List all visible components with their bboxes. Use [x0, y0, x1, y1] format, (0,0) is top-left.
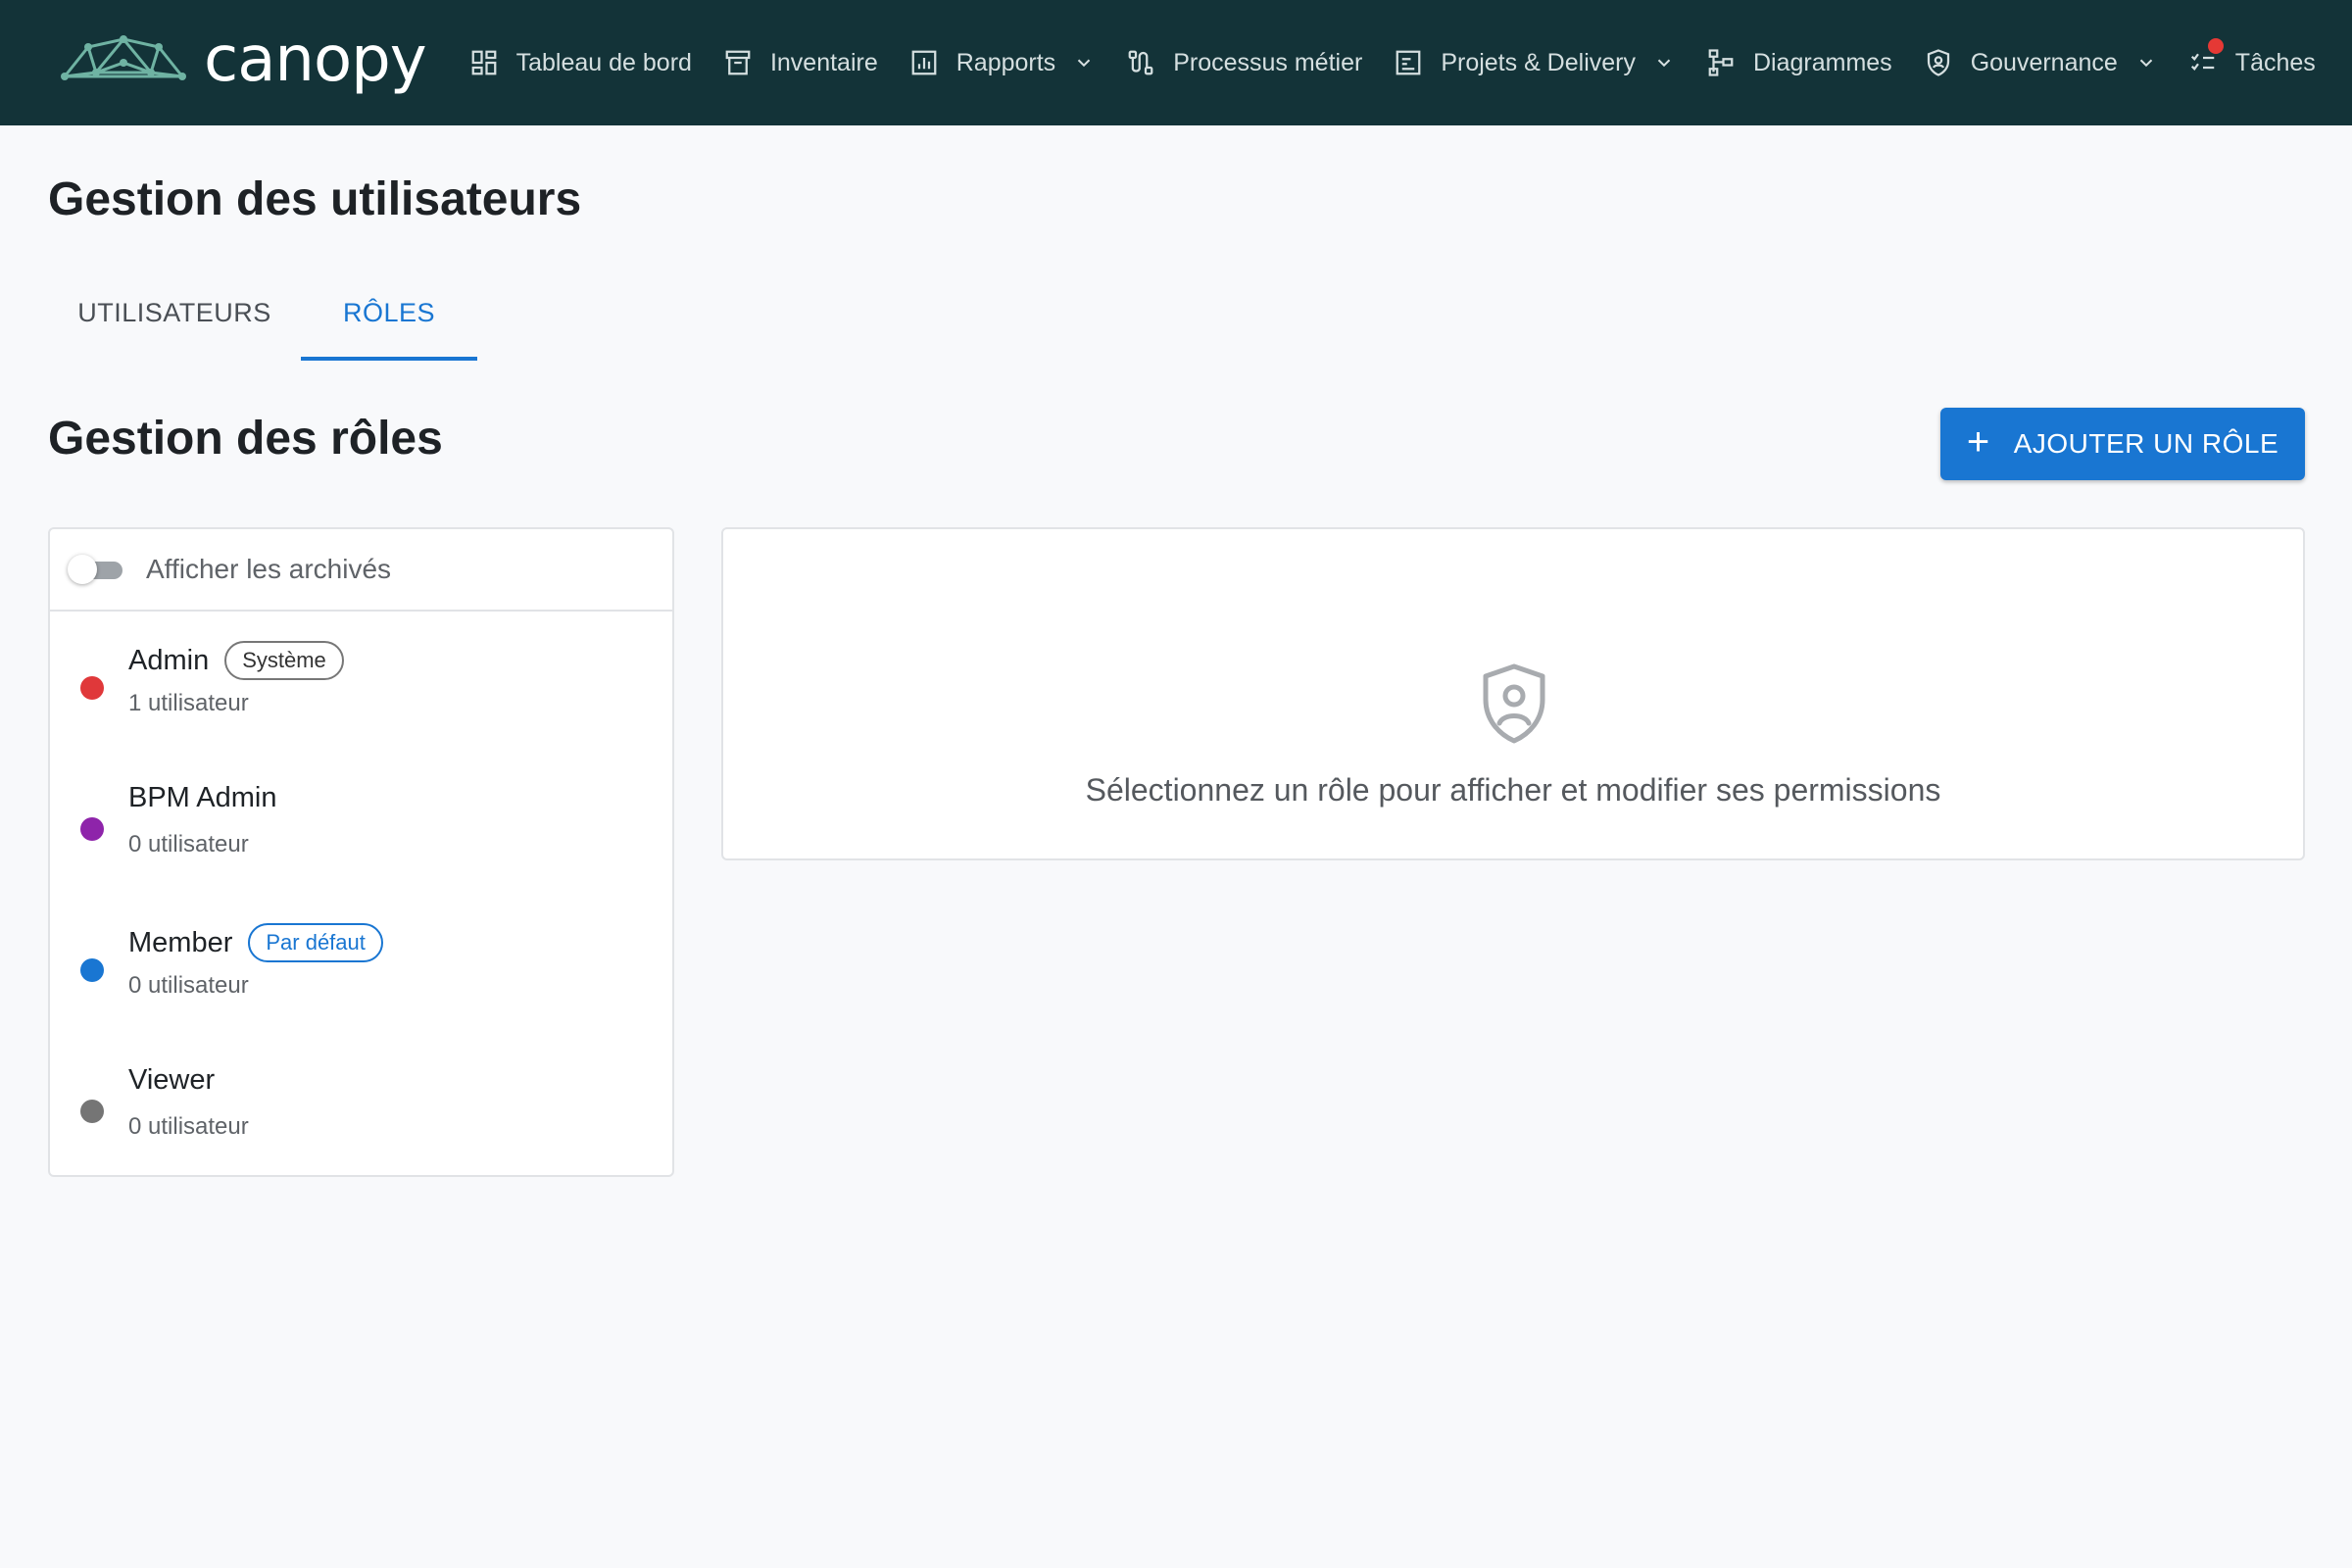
nav-label: Tâches: [2234, 48, 2316, 76]
role-name: Admin: [128, 644, 210, 676]
shield-user-icon: [1483, 663, 1545, 744]
role-color-dot: [80, 676, 104, 700]
plus-icon: +: [1966, 420, 1990, 464]
roles-list-panel: Afficher les archivés Admin Système 1 ut…: [48, 527, 674, 1177]
role-name: Member: [128, 926, 233, 958]
page-title: Gestion des utilisateurs: [48, 173, 582, 225]
section-title: Gestion des rôles: [48, 413, 443, 465]
brand-name: canopy: [204, 24, 427, 96]
chevron-down-icon: [2135, 52, 2157, 74]
nav-item-diagrammes[interactable]: Diagrammes: [1706, 0, 1892, 125]
role-name-line: Viewer: [128, 1064, 215, 1097]
nav-item-rapports[interactable]: Rapports: [909, 0, 1095, 125]
chevron-down-icon: [1653, 52, 1675, 74]
chevron-down-icon: [1073, 52, 1095, 74]
role-user-count: 1 utilisateur: [128, 690, 249, 716]
role-name: Viewer: [128, 1064, 216, 1096]
archive-toggle-label: Afficher les archivés: [146, 554, 392, 584]
role-user-count: 0 utilisateur: [128, 972, 249, 999]
role-item-member[interactable]: Member Par défaut 0 utilisateur: [50, 896, 672, 1037]
role-name-line: Admin Système: [128, 641, 344, 680]
role-color-dot: [80, 1100, 104, 1123]
nav-label: Tableau de bord: [515, 48, 692, 76]
nav-item-projets-delivery[interactable]: Projets & Delivery: [1394, 0, 1675, 125]
dashboard-icon: [469, 48, 499, 77]
canopy-logo-icon: [61, 35, 186, 80]
nav-label: Inventaire: [769, 48, 878, 76]
role-name-line: Member Par défaut: [128, 923, 383, 962]
nav-label: Rapports: [956, 48, 1056, 76]
tab-bar: UTILISATEURS RÔLES: [48, 274, 477, 361]
notification-dot: [2207, 38, 2224, 54]
nav-label: Projets & Delivery: [1441, 48, 1636, 76]
role-color-dot: [80, 817, 104, 841]
top-navigation-bar: canopy Tableau de bord Inventaire Rappor…: [0, 0, 2352, 125]
default-badge: Par défaut: [248, 923, 383, 962]
route-icon: [1126, 48, 1155, 77]
system-badge: Système: [224, 641, 344, 680]
bar-chart-icon: [909, 48, 939, 77]
role-item-bpm-admin[interactable]: BPM Admin 0 utilisateur: [50, 755, 672, 896]
role-user-count: 0 utilisateur: [128, 831, 249, 858]
add-role-button[interactable]: + AJOUTER UN RÔLE: [1940, 408, 2305, 480]
checklist-icon: [2188, 38, 2224, 77]
archive-toggle-row: Afficher les archivés: [50, 529, 672, 612]
role-detail-panel: Sélectionnez un rôle pour afficher et mo…: [721, 527, 2305, 860]
nav-label: Diagrammes: [1752, 48, 1892, 76]
brand-logo[interactable]: canopy: [59, 24, 427, 97]
archive-box-icon: [723, 48, 753, 77]
add-role-label: AJOUTER UN RÔLE: [2013, 428, 2279, 459]
switch-thumb: [68, 555, 97, 584]
archive-toggle-switch[interactable]: [68, 553, 124, 586]
main-nav: Tableau de bord Inventaire Rapports Proc…: [469, 0, 2347, 125]
empty-state-message: Sélectionnez un rôle pour afficher et mo…: [1085, 772, 1941, 808]
role-name-line: BPM Admin: [128, 782, 277, 814]
nav-label: Processus métier: [1173, 48, 1363, 76]
role-color-dot: [80, 958, 104, 982]
role-user-count: 0 utilisateur: [128, 1113, 249, 1140]
tab-roles[interactable]: RÔLES: [301, 274, 477, 361]
role-item-viewer[interactable]: Viewer 0 utilisateur: [50, 1037, 672, 1178]
nav-item-taches[interactable]: Tâches: [2188, 0, 2316, 125]
shield-icon: [1924, 48, 1953, 77]
tab-utilisateurs[interactable]: UTILISATEURS: [48, 274, 301, 361]
nav-label: Gouvernance: [1970, 48, 2118, 76]
role-item-admin[interactable]: Admin Système 1 utilisateur: [50, 613, 672, 755]
nav-item-gouvernance[interactable]: Gouvernance: [1924, 0, 2157, 125]
role-name: BPM Admin: [128, 782, 277, 813]
nav-item-processus-metier[interactable]: Processus métier: [1126, 0, 1362, 125]
project-icon: [1394, 48, 1423, 77]
nav-item-inventaire[interactable]: Inventaire: [723, 0, 878, 125]
hierarchy-icon: [1706, 48, 1736, 77]
nav-item-tableau-de-bord[interactable]: Tableau de bord: [469, 0, 692, 125]
